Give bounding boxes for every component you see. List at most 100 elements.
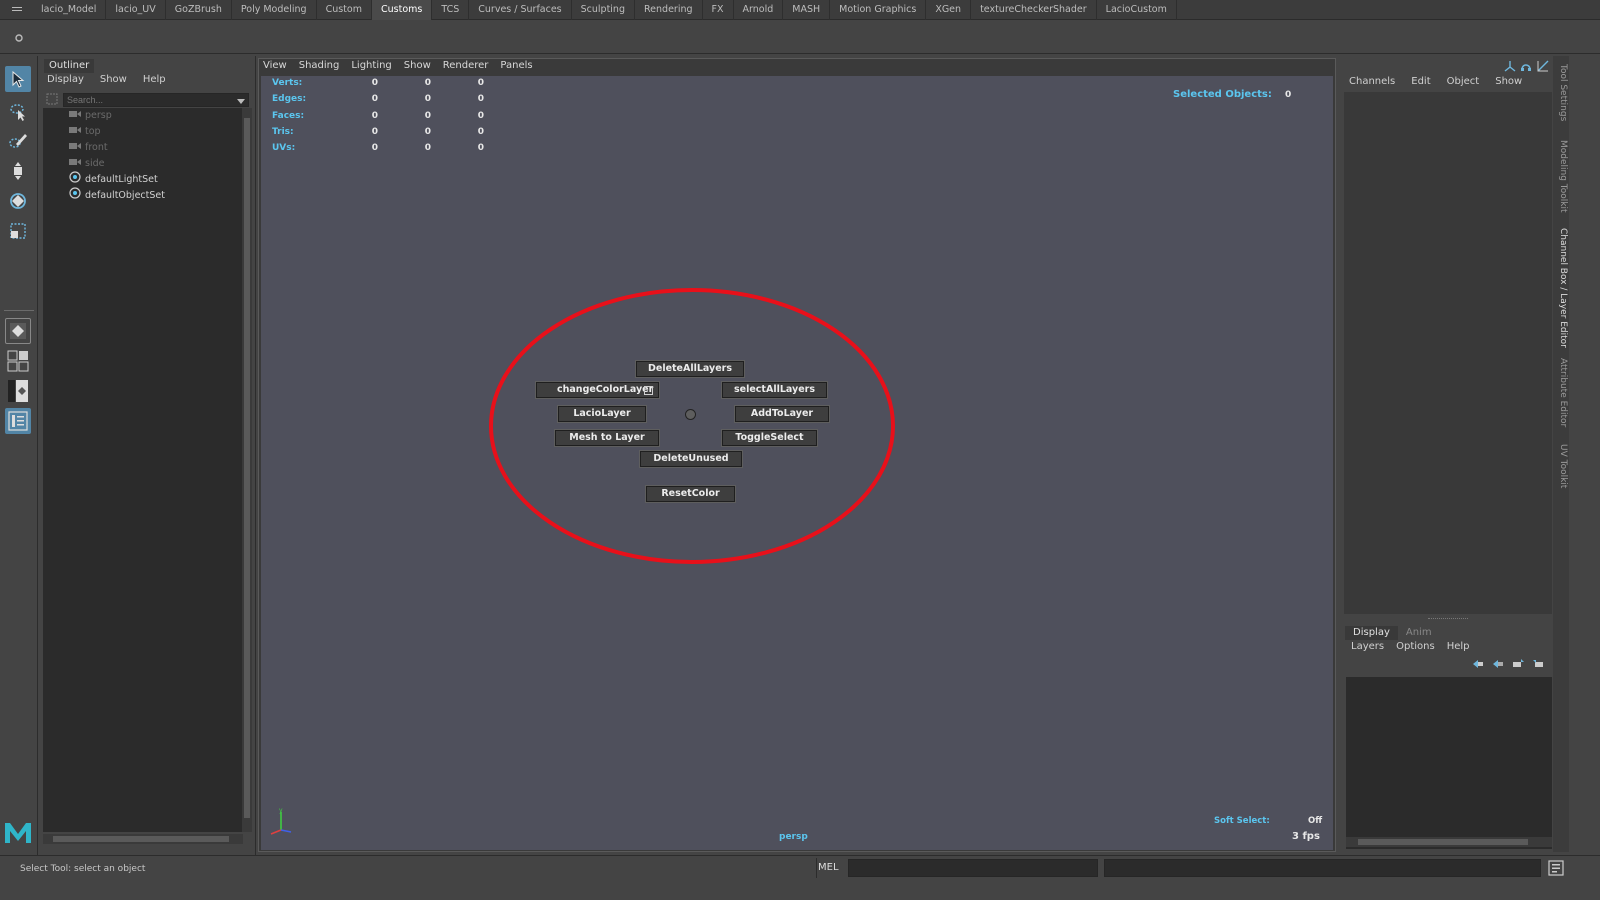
shelf-tab-motion-graphics[interactable]: Motion Graphics	[830, 0, 927, 20]
tab-tool-settings[interactable]: Tool Settings	[1554, 64, 1568, 121]
toggle-select-button[interactable]: ToggleSelect	[721, 429, 818, 447]
select-tool-icon[interactable]	[5, 66, 31, 92]
outliner-search-input[interactable]	[63, 93, 249, 107]
channel-menu-edit[interactable]: Edit	[1411, 76, 1430, 87]
layer-horizontal-scrollbar[interactable]	[1346, 837, 1552, 847]
tab-display[interactable]: Display	[1345, 626, 1398, 640]
outliner-menu-help[interactable]: Help	[143, 74, 166, 85]
outliner-item-defaultobjectset[interactable]: defaultObjectSet	[69, 187, 165, 204]
delete-all-layers-button[interactable]: DeleteAllLayers	[635, 360, 745, 378]
layer-menu-help[interactable]: Help	[1447, 641, 1470, 652]
mesh-to-layer-button[interactable]: Mesh to Layer	[554, 429, 660, 447]
shelf-tab-sculpting[interactable]: Sculpting	[572, 0, 635, 20]
shelf-tab-tcs[interactable]: TCS	[432, 0, 470, 20]
mel-command-input[interactable]	[848, 859, 1098, 877]
single-perspective-layout-icon[interactable]	[5, 318, 31, 344]
outliner-item-side[interactable]: side	[69, 156, 104, 172]
outliner-filter-icon[interactable]	[46, 93, 58, 105]
shelf-tab-lacio-model[interactable]: lacio_Model	[32, 0, 107, 20]
move-tool-icon[interactable]	[5, 158, 31, 184]
soft-select-value: Off	[1308, 816, 1323, 826]
hud-stat-edges: Edges: 0 0 0	[272, 92, 492, 106]
shelf-tab-customs[interactable]: Customs	[371, 0, 433, 20]
search-dropdown-icon[interactable]	[237, 97, 245, 108]
axes-icon[interactable]	[1504, 60, 1516, 75]
shelf-tab-arnold[interactable]: Arnold	[734, 0, 784, 20]
shelf-tab-curves-surfaces[interactable]: Curves / Surfaces	[469, 0, 572, 20]
shelf-tab-poly-modeling[interactable]: Poly Modeling	[232, 0, 317, 20]
shelf-menu-icon[interactable]	[12, 6, 22, 14]
shelf-tab-texturecheckershader[interactable]: textureCheckerShader	[971, 0, 1097, 20]
shelf-tab-rendering[interactable]: Rendering	[635, 0, 703, 20]
viewport-menu-view[interactable]: View	[263, 60, 287, 74]
shelf-tab-fx[interactable]: FX	[703, 0, 734, 20]
shelf-tab-laciocustom[interactable]: LacioCustom	[1097, 0, 1177, 20]
panel-splitter-handle[interactable]	[1344, 616, 1552, 622]
four-view-layout-icon[interactable]	[5, 348, 31, 374]
script-editor-icon[interactable]	[1548, 860, 1564, 876]
outliner-horizontal-scrollbar[interactable]	[43, 834, 243, 844]
outliner-item-front[interactable]: front	[69, 140, 108, 156]
viewport-persp[interactable]: Verts: 0 0 0 Edges: 0 0 0 Faces: 0 0 0 T…	[261, 76, 1333, 850]
channel-menu-object[interactable]: Object	[1447, 76, 1480, 87]
add-to-layer-button[interactable]: AddToLayer	[734, 405, 830, 423]
hud-stat-value: 0	[424, 127, 431, 137]
viewport-menu-panels[interactable]: Panels	[500, 60, 532, 74]
viewport-menu-show[interactable]: Show	[404, 60, 431, 74]
outliner-item-label: persp	[85, 110, 112, 121]
hud-stat-value: 0	[477, 94, 484, 104]
shelf-tab-gozbrush[interactable]: GoZBrush	[166, 0, 232, 20]
change-color-layer-button[interactable]: changeColorLayer	[535, 381, 660, 399]
scale-tool-icon[interactable]	[5, 218, 31, 244]
lacio-layer-button[interactable]: LacioLayer	[557, 405, 647, 423]
paint-select-tool-icon[interactable]	[5, 128, 31, 154]
marking-menu-center-icon	[685, 409, 696, 420]
tab-attribute-editor[interactable]: Attribute Editor	[1554, 358, 1568, 427]
layer-menu-layers[interactable]: Layers	[1351, 641, 1384, 652]
hud-stat-value: 0	[371, 127, 378, 137]
select-all-layers-button[interactable]: selectAllLayers	[721, 381, 828, 399]
headphones-icon[interactable]	[1520, 60, 1532, 75]
script-language-toggle[interactable]: MEL	[818, 862, 839, 873]
outliner-vertical-scrollbar[interactable]	[242, 108, 252, 832]
channel-menu-show[interactable]: Show	[1495, 76, 1522, 87]
delete-unused-button[interactable]: DeleteUnused	[639, 450, 743, 468]
tab-channel-box-layer-editor[interactable]: Channel Box / Layer Editor	[1554, 228, 1568, 348]
hud-stat-faces: Faces: 0 0 0	[272, 109, 492, 123]
new-layer-selected-icon[interactable]	[1532, 659, 1544, 672]
hud-stat-value: 0	[477, 78, 484, 88]
shelf-tab-xgen[interactable]: XGen	[926, 0, 972, 20]
persp-outliner-layout-icon[interactable]	[5, 378, 31, 404]
camera-icon	[69, 108, 81, 124]
tab-modeling-toolkit[interactable]: Modeling Toolkit	[1554, 140, 1568, 213]
layer-menu-options[interactable]: Options	[1396, 641, 1435, 652]
outliner-item-top[interactable]: top	[69, 124, 101, 140]
graph-icon[interactable]	[1537, 60, 1549, 75]
move-layer-up-icon[interactable]	[1472, 659, 1484, 672]
outliner-title[interactable]: Outliner	[44, 59, 95, 73]
outliner-menu-display[interactable]: Display	[47, 74, 84, 85]
outliner-menu-show[interactable]: Show	[100, 74, 127, 85]
tab-uv-toolkit[interactable]: UV Toolkit	[1554, 444, 1568, 488]
channel-menu-channels[interactable]: Channels	[1349, 76, 1395, 87]
tab-anim[interactable]: Anim	[1398, 626, 1440, 640]
shelf-settings-icon[interactable]	[14, 33, 24, 43]
viewport-menu-shading[interactable]: Shading	[299, 60, 340, 74]
outliner-item-defaultlightset[interactable]: defaultLightSet	[69, 171, 158, 188]
outliner-vscroll-thumb[interactable]	[244, 118, 250, 818]
reset-color-button[interactable]: ResetColor	[645, 485, 736, 503]
shelf-tab-mash[interactable]: MASH	[783, 0, 831, 20]
new-layer-icon[interactable]	[1512, 659, 1524, 672]
outliner-item-persp[interactable]: persp	[69, 108, 112, 124]
rotate-tool-icon[interactable]	[5, 188, 31, 214]
viewport-menu-renderer[interactable]: Renderer	[443, 60, 489, 74]
outliner-layout-icon[interactable]	[5, 408, 31, 434]
move-layer-down-icon[interactable]	[1492, 659, 1504, 672]
layer-hscroll-thumb[interactable]	[1358, 839, 1528, 845]
outliner-hscroll-thumb[interactable]	[53, 836, 229, 842]
shelf-tab-custom[interactable]: Custom	[317, 0, 372, 20]
shelf-tab-lacio-uv[interactable]: lacio_UV	[106, 0, 166, 20]
change-color-layer-checkbox[interactable]	[644, 386, 653, 395]
viewport-menu-lighting[interactable]: Lighting	[351, 60, 391, 74]
lasso-tool-icon[interactable]	[5, 98, 31, 124]
